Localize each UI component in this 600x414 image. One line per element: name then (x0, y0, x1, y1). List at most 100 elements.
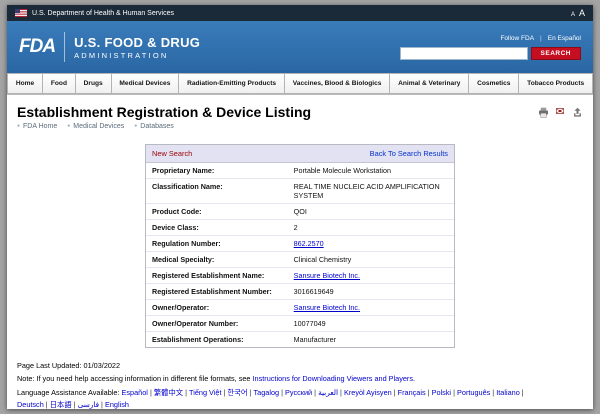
back-to-results-link[interactable]: Back To Search Results (370, 149, 448, 158)
page-last-updated: Page Last Updated: 01/03/2022 (17, 361, 583, 370)
main-nav: Home Food Drugs Medical Devices Radiatio… (7, 73, 593, 95)
lang-polish[interactable]: Polski (432, 388, 457, 397)
email-icon[interactable]: ✉ (554, 106, 566, 118)
lang-french[interactable]: Français (398, 388, 432, 397)
breadcrumb-fda-home[interactable]: FDA Home (17, 123, 57, 130)
field-label-registered-establishment-name: Registered Establishment Name: (146, 268, 288, 284)
table-row: Establishment Operations: Manufacturer (146, 332, 454, 348)
field-label-device-class: Device Class: (146, 220, 288, 236)
text-size-controls: A A (571, 8, 585, 18)
table-row: Medical Specialty: Clinical Chemistry (146, 252, 454, 268)
registered-establishment-name-link[interactable]: Sansure Biotech Inc. (294, 271, 360, 280)
table-row: Classification Name: REAL TIME NUCLEIC A… (146, 179, 454, 204)
device-detail-box: New Search Back To Search Results Propri… (145, 144, 455, 348)
lang-german[interactable]: Deutsch (17, 400, 50, 409)
page-footer-info: Page Last Updated: 01/03/2022 Note: If y… (7, 348, 593, 409)
lang-japanese[interactable]: 日本語 (50, 400, 78, 409)
hhs-department-label[interactable]: U.S. Department of Health & Human Servic… (32, 10, 174, 17)
lang-arabic[interactable]: العربية (318, 388, 344, 397)
file-formats-note: Note: If you need help accessing informa… (17, 374, 583, 383)
agency-name-line1: U.S. FOOD & DRUG (74, 35, 200, 50)
field-label-registered-establishment-number: Registered Establishment Number: (146, 284, 288, 300)
table-row: Device Class: 2 (146, 220, 454, 236)
nav-item-home[interactable]: Home (7, 73, 43, 94)
text-size-small-button[interactable]: A (571, 12, 575, 18)
language-assistance-label: Language Assistance Available: (17, 388, 120, 397)
lang-tagalog[interactable]: Tagalog (254, 388, 286, 397)
lang-english[interactable]: English (105, 400, 129, 409)
field-label-classification-name: Classification Name: (146, 179, 288, 204)
field-label-owner-operator: Owner/Operator: (146, 300, 288, 316)
field-value-medical-specialty: Clinical Chemistry (288, 252, 454, 268)
lang-russian[interactable]: Русский (285, 388, 318, 397)
search-button[interactable]: SEARCH (531, 47, 581, 60)
nav-item-animal-veterinary[interactable]: Animal & Veterinary (389, 73, 469, 94)
nav-item-vaccines[interactable]: Vaccines, Blood & Biologics (284, 73, 390, 94)
field-value-registered-establishment-number: 3016619649 (288, 284, 454, 300)
field-label-establishment-operations: Establishment Operations: (146, 332, 288, 348)
follow-fda-link[interactable]: Follow FDA (500, 35, 534, 42)
page-title: Establishment Registration & Device List… (17, 104, 311, 120)
nav-item-medical-devices[interactable]: Medical Devices (111, 73, 180, 94)
result-box-header: New Search Back To Search Results (146, 145, 454, 163)
field-value-establishment-operations: Manufacturer (288, 332, 454, 348)
lang-chinese[interactable]: 繁體中文 (154, 388, 189, 397)
field-value-device-class: 2 (288, 220, 454, 236)
field-label-proprietary-name: Proprietary Name: (146, 163, 288, 179)
viewers-players-link[interactable]: Instructions for Downloading Viewers and… (253, 374, 416, 383)
table-row: Owner/Operator: Sansure Biotech Inc. (146, 300, 454, 316)
language-assistance: Language Assistance Available: Español 繁… (17, 387, 538, 409)
table-row: Registered Establishment Name: Sansure B… (146, 268, 454, 284)
print-icon[interactable] (537, 106, 549, 118)
field-label-regulation-number: Regulation Number: (146, 236, 288, 252)
breadcrumb: FDA Home Medical Devices Databases (7, 123, 593, 136)
search-input[interactable] (400, 47, 528, 60)
lang-portuguese[interactable]: Português (457, 388, 496, 397)
note-text: Note: If you need help accessing informa… (17, 374, 251, 383)
field-value-classification-name: REAL TIME NUCLEIC ACID AMPLIFICATION SYS… (288, 179, 454, 204)
title-row: Establishment Registration & Device List… (7, 95, 593, 123)
table-row: Registered Establishment Number: 3016619… (146, 284, 454, 300)
en-espanol-link[interactable]: En Español (548, 35, 581, 42)
field-label-medical-specialty: Medical Specialty: (146, 252, 288, 268)
fda-logo[interactable]: FDA (19, 36, 55, 58)
nav-item-tobacco[interactable]: Tobacco Products (518, 73, 593, 94)
fda-header: FDA U.S. FOOD & DRUG ADMINISTRATION Foll… (7, 21, 593, 73)
agency-name: U.S. FOOD & DRUG ADMINISTRATION (74, 35, 200, 60)
table-row: Regulation Number: 862.2570 (146, 236, 454, 252)
regulation-number-link[interactable]: 862.2570 (294, 239, 324, 248)
field-label-product-code: Product Code: (146, 204, 288, 220)
field-value-owner-operator-number: 10077049 (288, 316, 454, 332)
field-label-owner-operator-number: Owner/Operator Number: (146, 316, 288, 332)
lang-korean[interactable]: 한국어 (227, 388, 253, 397)
nav-item-drugs[interactable]: Drugs (75, 73, 112, 94)
lang-espanol[interactable]: Español (122, 388, 154, 397)
us-flag-icon (15, 9, 27, 17)
fda-logo-block[interactable]: FDA U.S. FOOD & DRUG ADMINISTRATION (19, 32, 200, 62)
lang-farsi[interactable]: فارسی (78, 400, 105, 409)
lang-italian[interactable]: Italiano (496, 388, 523, 397)
share-icon[interactable] (571, 106, 583, 118)
table-row: Proprietary Name: Portable Molecule Work… (146, 163, 454, 179)
nav-item-radiation[interactable]: Radiation-Emitting Products (178, 73, 285, 94)
breadcrumb-databases[interactable]: Databases (134, 123, 174, 130)
breadcrumb-medical-devices[interactable]: Medical Devices (67, 123, 124, 130)
logo-divider (64, 32, 65, 62)
follow-separator: | (540, 35, 542, 42)
nav-item-cosmetics[interactable]: Cosmetics (468, 73, 519, 94)
agency-name-line2: ADMINISTRATION (74, 51, 200, 60)
table-row: Product Code: QOI (146, 204, 454, 220)
nav-item-food[interactable]: Food (42, 73, 76, 94)
table-row: Owner/Operator Number: 10077049 (146, 316, 454, 332)
text-size-large-button[interactable]: A (579, 8, 585, 18)
header-right: Follow FDA | En Español SEARCH (400, 35, 581, 60)
device-detail-table: Proprietary Name: Portable Molecule Work… (146, 163, 454, 347)
lang-vietnamese[interactable]: Tiếng Việt (189, 388, 227, 397)
field-value-proprietary-name: Portable Molecule Workstation (288, 163, 454, 179)
hhs-top-bar: U.S. Department of Health & Human Servic… (7, 5, 593, 21)
browser-page: U.S. Department of Health & Human Servic… (7, 5, 593, 409)
new-search-link[interactable]: New Search (152, 149, 192, 158)
owner-operator-link[interactable]: Sansure Biotech Inc. (294, 303, 360, 312)
lang-kreyol[interactable]: Kreyòl Ayisyen (344, 388, 398, 397)
field-value-product-code: QOI (288, 204, 454, 220)
